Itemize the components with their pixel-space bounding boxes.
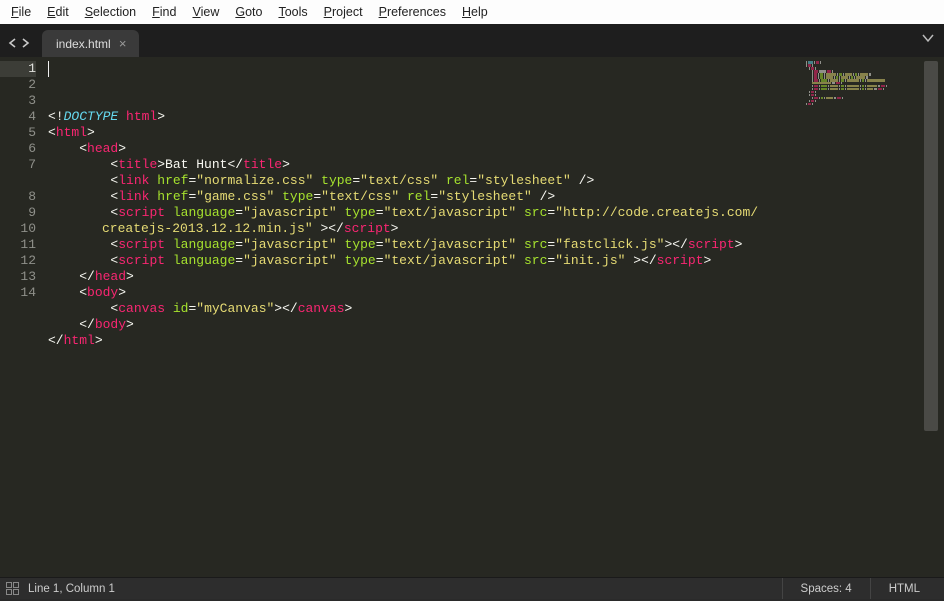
nav-forward-icon[interactable] <box>20 37 30 51</box>
menu-tools[interactable]: Tools <box>271 3 314 21</box>
status-syntax[interactable]: HTML <box>870 578 938 599</box>
menu-goto[interactable]: Goto <box>228 3 269 21</box>
tab-index-html[interactable]: index.html × <box>42 30 139 57</box>
code-area[interactable]: <!DOCTYPE html><html> <head> <title>Bat … <box>44 57 944 577</box>
status-indent[interactable]: Spaces: 4 <box>782 578 870 599</box>
text-cursor <box>48 61 49 77</box>
code-editor[interactable]: 1234567 891011121314 <!DOCTYPE html><htm… <box>0 57 944 577</box>
menu-help[interactable]: Help <box>455 3 495 21</box>
menu-selection[interactable]: Selection <box>78 3 143 21</box>
tab-bar: index.html × <box>0 24 944 57</box>
status-bar: Line 1, Column 1 Spaces: 4 HTML <box>0 577 944 599</box>
scrollbar-thumb[interactable] <box>924 61 938 431</box>
panel-switcher-icon[interactable] <box>6 582 20 596</box>
menu-file[interactable]: File <box>4 3 38 21</box>
menu-view[interactable]: View <box>185 3 226 21</box>
tab-title: index.html <box>56 37 111 51</box>
close-icon[interactable]: × <box>115 35 131 51</box>
menu-preferences[interactable]: Preferences <box>372 3 453 21</box>
nav-back-icon[interactable] <box>8 37 18 51</box>
line-number-gutter: 1234567 891011121314 <box>0 57 44 577</box>
menu-edit[interactable]: Edit <box>40 3 76 21</box>
status-selection[interactable]: Line 1, Column 1 <box>28 583 115 595</box>
menu-bar: File Edit Selection Find View Goto Tools… <box>0 0 944 24</box>
menu-project[interactable]: Project <box>317 3 370 21</box>
menu-find[interactable]: Find <box>145 3 183 21</box>
tab-overflow-icon[interactable] <box>922 32 934 46</box>
